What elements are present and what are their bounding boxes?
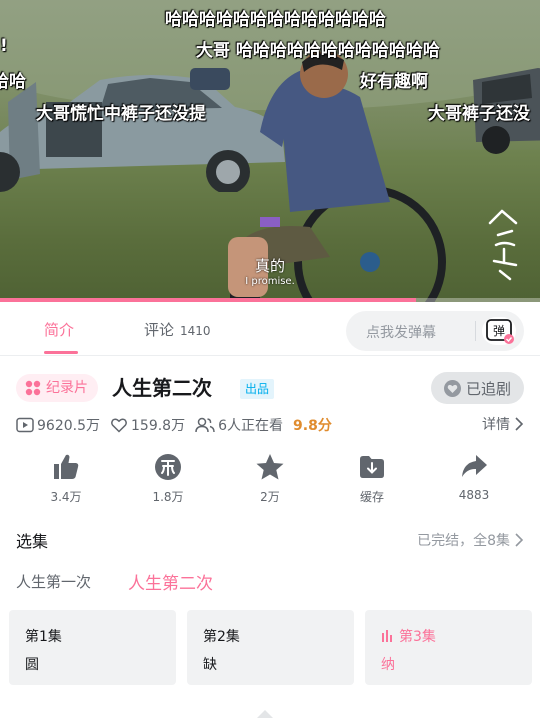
coin-button[interactable]: 1.8万 [133, 452, 203, 505]
follow-button[interactable]: 已追剧 [431, 372, 524, 404]
coin-count-label: 1.8万 [152, 490, 184, 504]
play-count: 9620.5万 [16, 415, 100, 435]
play-count-value: 9620.5万 [37, 418, 100, 434]
danmaku-input-placeholder: 点我发弹幕 [366, 325, 436, 341]
episodes-status-link[interactable]: 已完结，全8集 [417, 530, 524, 550]
follow-label: 已追剧 [465, 379, 511, 398]
favorite-button[interactable]: 2万 [235, 452, 305, 505]
share-count-label: 4883 [458, 488, 490, 502]
details-link[interactable]: 详情 [482, 414, 524, 434]
danmaku-text: ! [0, 36, 8, 56]
action-bar: 3.4万 1.8万 2万 缓存 4883 [0, 452, 540, 510]
episode-name: 纳 [381, 657, 395, 673]
download-icon [360, 456, 384, 478]
tab-bar: 简介 评论 1410 点我发弹幕 弹 [0, 302, 540, 356]
subtitle-english: I promise. [245, 276, 295, 287]
star-icon [256, 454, 284, 480]
viewers-icon [195, 417, 215, 433]
share-button[interactable]: 4883 [439, 452, 509, 502]
danmaku-text: 好有趣啊 [360, 72, 428, 92]
category-label: 纪录片 [46, 380, 88, 396]
thumb-up-icon [54, 454, 79, 479]
episode-number: 第3集 [399, 629, 436, 645]
video-player[interactable]: 哈哈哈哈哈哈哈哈哈哈哈哈哈 大哥 哈哈哈哈哈哈哈哈哈哈哈哈 ! 哈哈 好有趣啊 … [0, 0, 540, 302]
danmaku-toggle-icon: 弹 [486, 319, 514, 344]
watching-count-value: 6人正在看 [218, 418, 284, 434]
chevron-right-icon [515, 417, 524, 431]
coin-icon [155, 454, 181, 480]
tab-intro[interactable]: 简介 [44, 319, 74, 340]
download-label: 缓存 [359, 490, 384, 504]
episodes-section-title: 选集 [16, 532, 49, 551]
episodes-status: 已完结，全8集 [417, 533, 510, 549]
heart-outline-icon [111, 418, 127, 433]
chevron-right-icon [515, 533, 524, 547]
like-count-label: 3.4万 [50, 490, 82, 504]
divider [475, 321, 476, 341]
episode-number: 第2集 [203, 629, 240, 645]
heart-icon [443, 379, 461, 397]
comment-count: 1410 [180, 324, 211, 338]
danmaku-text: 大哥 哈哈哈哈哈哈哈哈哈哈哈哈 [196, 41, 440, 61]
share-icon [462, 455, 487, 477]
season-tab-2[interactable]: 人生第二次 [128, 569, 213, 594]
tab-comment[interactable]: 评论 1410 [144, 319, 211, 340]
category-icon [25, 380, 41, 396]
tab-active-indicator [44, 351, 78, 354]
danmaku-toggle-button[interactable]: 弹 [482, 317, 516, 345]
like-count: 159.8万 [110, 415, 185, 435]
danmaku-text: 哈哈哈哈哈哈哈哈哈哈哈哈哈 [165, 10, 386, 30]
download-button[interactable]: 缓存 [337, 452, 407, 505]
episode-name: 缺 [203, 657, 217, 673]
favorite-count-label: 2万 [260, 490, 280, 504]
watermark-logo [488, 209, 518, 281]
page-title: 人生第二次 [112, 376, 212, 400]
episode-card-2[interactable]: 第2集 缺 [187, 610, 354, 685]
danmaku-text: 哈哈 [0, 72, 26, 92]
danmaku-input[interactable]: 点我发弹幕 弹 [346, 311, 524, 351]
category-tag[interactable]: 纪录片 [16, 374, 98, 402]
danmaku-text: 大哥慌忙中裤子还没提 [36, 104, 206, 124]
produced-badge: 出品 [240, 379, 275, 399]
danmaku-text: 大哥裤子还没 [428, 104, 530, 124]
episode-card-3[interactable]: 第3集 纳 [365, 610, 532, 685]
like-button[interactable]: 3.4万 [31, 452, 101, 505]
tab-comment-label: 评论 [144, 321, 175, 339]
rating-score: 9.8分 [293, 418, 332, 434]
play-count-icon [16, 417, 34, 433]
episode-name: 圆 [25, 657, 39, 673]
episode-number: 第1集 [25, 629, 62, 645]
like-count-value: 159.8万 [131, 418, 186, 434]
playing-bars-icon [382, 630, 392, 642]
subtitle-chinese: 真的 [254, 257, 285, 275]
stats-row: 9620.5万 159.8万 6人正在看 9.8分 [16, 414, 332, 436]
season-tab-1[interactable]: 人生第一次 [16, 571, 91, 592]
episode-card-1[interactable]: 第1集 圆 [9, 610, 176, 685]
watching-count: 6人正在看 [195, 415, 283, 435]
details-label: 详情 [482, 417, 510, 433]
expand-up-icon[interactable] [255, 704, 275, 720]
episode-number-row: 第3集 [381, 626, 516, 646]
danmaku-toggle-text: 弹 [493, 324, 505, 338]
